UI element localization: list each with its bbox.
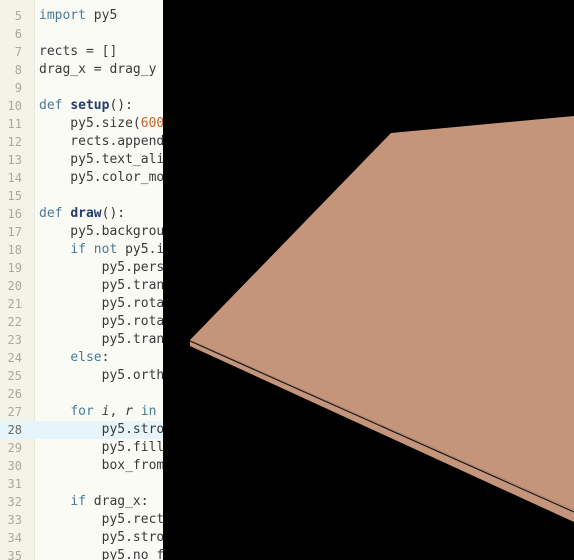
code-text: box_from xyxy=(39,458,163,473)
code-text: rects = [] xyxy=(39,44,118,59)
code-text: py5.tran xyxy=(39,332,163,347)
sketch-canvas[interactable] xyxy=(163,0,574,560)
code-editor[interactable]: 5 import py5 6 7 rects = [] 8 drag_x = drag_y 9… xyxy=(0,0,163,560)
code-line[interactable]: 22 py5.rota xyxy=(0,313,163,331)
code-line[interactable]: 31 xyxy=(0,475,163,493)
code-text: py5.color_mo xyxy=(39,170,163,185)
line-number: 18 xyxy=(7,243,22,257)
code-text: py5.fill xyxy=(39,440,163,455)
code-line[interactable]: 33 py5.rect xyxy=(0,511,163,529)
code-text: drag_x = drag_y xyxy=(39,62,157,77)
code-line[interactable]: 35 py5.no_f xyxy=(0,547,163,560)
code-lines: 5 import py5 6 7 rects = [] 8 drag_x = drag_y 9… xyxy=(0,7,163,560)
code-line[interactable]: 21 py5.rota xyxy=(0,295,163,313)
line-number: 14 xyxy=(7,171,22,185)
code-text: py5.no_f xyxy=(39,548,163,560)
code-line[interactable]: 6 xyxy=(0,25,163,43)
code-line[interactable]: 28 py5.stro xyxy=(0,421,163,439)
line-number: 27 xyxy=(7,405,22,419)
line-number: 31 xyxy=(7,477,22,491)
line-number: 6 xyxy=(14,27,22,41)
code-text: py5.pers xyxy=(39,260,163,275)
code-line[interactable]: 26 xyxy=(0,385,163,403)
code-text: def setup(): xyxy=(39,98,133,113)
code-text: py5.stro xyxy=(39,422,163,437)
code-line[interactable]: 18 if not py5.i xyxy=(0,241,163,259)
line-number: 29 xyxy=(7,441,22,455)
code-line[interactable]: 15 xyxy=(0,187,163,205)
sketch-3d-render xyxy=(163,0,574,560)
code-line[interactable]: 11 py5.size(600 xyxy=(0,115,163,133)
code-line[interactable]: 16 def draw(): xyxy=(0,205,163,223)
line-number: 24 xyxy=(7,351,22,365)
line-number: 7 xyxy=(14,45,22,59)
line-number: 21 xyxy=(7,297,22,311)
code-line[interactable]: 17 py5.backgrou xyxy=(0,223,163,241)
line-number: 22 xyxy=(7,315,22,329)
line-number: 11 xyxy=(7,117,22,131)
line-number: 25 xyxy=(7,369,22,383)
code-text: py5.rect xyxy=(39,512,163,527)
line-number: 17 xyxy=(7,225,22,239)
line-number: 10 xyxy=(7,99,22,113)
code-text: if drag_x: xyxy=(70,494,149,509)
code-line[interactable]: 8 drag_x = drag_y xyxy=(0,61,163,79)
code-text: py5.tran xyxy=(39,278,163,293)
app-window: 5 import py5 6 7 rects = [] 8 drag_x = drag_y 9… xyxy=(0,0,574,560)
code-line[interactable]: 10 def setup(): xyxy=(0,97,163,115)
code-line[interactable]: 5 import py5 xyxy=(0,7,163,25)
code-line[interactable]: 32 if drag_x: xyxy=(0,493,163,511)
line-number: 19 xyxy=(7,261,22,275)
code-line[interactable]: 19 py5.pers xyxy=(0,259,163,277)
code-text: py5.backgrou xyxy=(39,224,163,239)
line-number: 20 xyxy=(7,279,22,293)
line-number: 16 xyxy=(7,207,22,221)
code-line[interactable]: 30 box_from xyxy=(0,457,163,475)
code-text: py5.rota xyxy=(39,314,163,329)
code-line[interactable]: 25 py5.orth xyxy=(0,367,163,385)
code-text: def draw(): xyxy=(39,206,126,221)
code-line[interactable]: 14 py5.color_mo xyxy=(0,169,163,187)
code-text: for i, r in xyxy=(70,404,157,419)
line-number: 34 xyxy=(7,531,22,545)
code-text: rects.append xyxy=(39,134,163,149)
line-number: 30 xyxy=(7,459,22,473)
code-line[interactable]: 12 rects.append xyxy=(0,133,163,151)
line-number: 12 xyxy=(7,135,22,149)
code-text: py5.orth xyxy=(39,368,163,383)
line-number: 28 xyxy=(7,423,22,437)
line-number: 13 xyxy=(7,153,22,167)
code-line[interactable]: 29 py5.fill xyxy=(0,439,163,457)
line-number: 26 xyxy=(7,387,22,401)
line-number: 8 xyxy=(14,63,22,77)
code-line[interactable]: 7 rects = [] xyxy=(0,43,163,61)
code-text: import py5 xyxy=(39,8,118,23)
code-line[interactable]: 34 py5.stro xyxy=(0,529,163,547)
code-line[interactable]: 13 py5.text_ali xyxy=(0,151,163,169)
code-line[interactable]: 20 py5.tran xyxy=(0,277,163,295)
line-number: 15 xyxy=(7,189,22,203)
line-number: 35 xyxy=(7,549,22,560)
line-number: 9 xyxy=(14,81,22,95)
code-text: py5.stro xyxy=(39,530,163,545)
line-number: 33 xyxy=(7,513,22,527)
code-text: py5.text_ali xyxy=(39,152,163,167)
code-line[interactable]: 9 xyxy=(0,79,163,97)
code-line[interactable]: 24 else: xyxy=(0,349,163,367)
code-text: py5.size(600 xyxy=(39,116,163,131)
code-line[interactable]: 27 for i, r in xyxy=(0,403,163,421)
code-text: py5.rota xyxy=(39,296,163,311)
line-number: 32 xyxy=(7,495,22,509)
code-text: if not py5.i xyxy=(70,242,163,257)
code-text: else: xyxy=(70,350,110,365)
code-line[interactable]: 23 py5.tran xyxy=(0,331,163,349)
line-number: 23 xyxy=(7,333,22,347)
line-number: 5 xyxy=(14,9,22,23)
